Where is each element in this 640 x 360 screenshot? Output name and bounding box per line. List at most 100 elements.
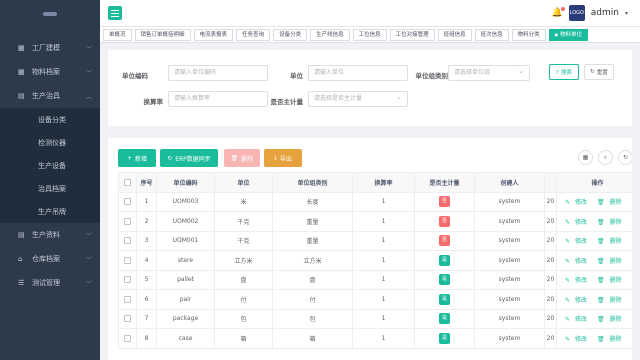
trash-icon: 🗑 <box>597 218 605 226</box>
erp-sync-button[interactable]: ↻ ERP数据同步 <box>160 149 218 167</box>
refresh-icon[interactable]: ↻ <box>618 150 632 165</box>
tab[interactable]: 班组信息 <box>437 28 472 41</box>
row-checkbox-cell[interactable] <box>118 230 137 251</box>
sidebar-item[interactable]: ▤ 生产治具 ︿ <box>0 84 100 108</box>
unit-group-select[interactable]: 请选择单位组 <box>448 64 530 81</box>
row-checkbox[interactable] <box>124 198 131 206</box>
delete-row-button[interactable]: 🗑 删除 <box>597 199 627 206</box>
delete-row-button[interactable]: 🗑 删除 <box>597 297 627 304</box>
edit-icon: ✎ <box>565 335 571 343</box>
export-button-label: 导出 <box>279 155 292 163</box>
delete-row-button[interactable]: 🗑 删除 <box>597 258 627 265</box>
row-checkbox[interactable] <box>124 256 131 264</box>
sidebar-item[interactable]: ☰ 测试管理 ﹀ <box>0 271 100 295</box>
delete-row-button[interactable]: 🗑 删除 <box>597 219 627 226</box>
export-button[interactable]: ⤓ 导出 <box>264 149 302 167</box>
edit-row-button[interactable]: ✎ 修改 <box>565 238 592 245</box>
row-checkbox[interactable] <box>124 217 131 225</box>
unit-group-cell: 重量 <box>272 230 353 251</box>
actions-cell: ✎ 修改 🗑 删除 <box>556 250 632 271</box>
trash-icon: 🗑 <box>597 257 605 265</box>
search-toggle-icon[interactable]: ⌕ <box>598 150 613 165</box>
edit-row-button[interactable]: ✎ 修改 <box>565 219 592 226</box>
table-row: 1 UOM003 米长度 1 否 system 20 ✎ 修改 🗑 删除 <box>118 191 632 212</box>
edit-row-button[interactable]: ✎ 修改 <box>565 258 592 265</box>
tab[interactable]: 工位信息 <box>352 28 387 41</box>
hamburger-menu-icon[interactable] <box>108 6 122 20</box>
edit-row-button[interactable]: ✎ 修改 <box>565 277 592 284</box>
sidebar-item[interactable]: ⌂ 仓库档案 ﹀ <box>0 247 100 271</box>
edit-row-button[interactable]: ✎ 修改 <box>565 199 592 206</box>
sidebar-subitem[interactable]: 生产吊牌 <box>0 200 100 223</box>
sidebar-item[interactable]: ▦ 物料档案 ﹀ <box>0 60 100 84</box>
reset-button[interactable]: ↻ 重置 <box>584 64 614 80</box>
tab[interactable]: 班次信息 <box>474 28 509 41</box>
delete-button[interactable]: 🗑 删除 <box>224 149 260 167</box>
sidebar-item[interactable]: ▦ 工厂建模 ﹀ <box>0 36 100 60</box>
row-checkbox[interactable] <box>124 334 131 342</box>
unit-input[interactable]: 请输入单位 <box>308 65 408 81</box>
edit-row-button[interactable]: ✎ 修改 <box>565 316 592 323</box>
sidebar-subitem[interactable]: 生产设备 <box>0 154 100 177</box>
row-checkbox[interactable] <box>124 295 131 303</box>
delete-row-button[interactable]: 🗑 删除 <box>597 277 627 284</box>
unit-label: 单位 <box>290 72 303 80</box>
search-button[interactable]: ⌕ 搜索 <box>549 64 579 80</box>
avatar[interactable]: LOGO <box>568 5 585 21</box>
add-button[interactable]: + 新增 <box>118 149 156 167</box>
row-checkbox-cell[interactable] <box>118 250 137 271</box>
tab[interactable]: 设备分类 <box>273 28 308 41</box>
row-checkbox-cell[interactable] <box>118 308 137 329</box>
tab[interactable]: 电流表报表 <box>193 28 234 41</box>
unit-code-input[interactable]: 请输入单位编码 <box>168 65 268 81</box>
row-checkbox-cell[interactable] <box>118 328 137 349</box>
tab[interactable]: 物料单位 <box>548 28 589 41</box>
unit-cell: 付 <box>214 289 273 310</box>
ratio-input[interactable]: 请输入换算率 <box>168 91 268 107</box>
row-checkbox[interactable] <box>124 237 131 245</box>
creator-cell: system <box>474 289 545 310</box>
edit-row-button[interactable]: ✎ 修改 <box>565 297 592 304</box>
tab[interactable]: 单概况 <box>103 28 132 41</box>
chevron-down-icon: ﹀ <box>85 232 92 240</box>
is-main-badge: 是 <box>439 332 450 344</box>
row-checkbox-cell[interactable] <box>118 191 137 212</box>
row-checkbox-cell[interactable] <box>118 289 137 310</box>
bell-icon[interactable]: 🔔 <box>552 7 565 18</box>
tab[interactable]: 生产线信息 <box>310 28 350 41</box>
unit-table: 序号 单位编码 单位 单位组类别 换算率 是否主计量 创建人 操作 1 UOM003 米长度 1 否 s… <box>118 172 632 349</box>
trash-icon: 🗑 <box>597 316 605 324</box>
tab[interactable]: 销售订单概括明细 <box>134 28 191 41</box>
sidebar-subitem[interactable]: 设备分类 <box>0 108 100 131</box>
sidebar-subitem[interactable]: 治具档案 <box>0 177 100 200</box>
sidebar-subitem[interactable]: 检测仪器 <box>0 131 100 154</box>
tab[interactable]: 任务查询 <box>236 28 271 41</box>
erp-sync-label: ERP数据同步 <box>175 155 211 163</box>
table-header-cell[interactable] <box>118 172 137 193</box>
grid-icon[interactable]: ▦ <box>578 150 593 165</box>
row-checkbox-cell[interactable] <box>118 211 137 232</box>
sidebar-item[interactable]: ▤ 生产资料 ﹀ <box>0 223 100 247</box>
creator-cell: system <box>474 211 545 232</box>
unit-group-cell: 盘 <box>272 269 353 290</box>
chevron-down-icon[interactable]: ▾ <box>625 10 628 17</box>
unit-group-cell: 重量 <box>272 211 353 232</box>
actions-cell: ✎ 修改 🗑 删除 <box>556 230 632 251</box>
unit-code-cell: case <box>156 328 215 349</box>
delete-row-button[interactable]: 🗑 删除 <box>597 316 627 323</box>
row-checkbox[interactable] <box>124 315 131 323</box>
delete-row-button[interactable]: 🗑 删除 <box>597 336 627 343</box>
select-all-checkbox[interactable] <box>124 178 131 186</box>
is-main-cell: 是 <box>414 250 475 271</box>
edit-row-button[interactable]: ✎ 修改 <box>565 336 592 343</box>
delete-row-button[interactable]: 🗑 删除 <box>597 238 627 245</box>
row-checkbox-cell[interactable] <box>118 269 137 290</box>
actions-cell: ✎ 修改 🗑 删除 <box>556 269 632 290</box>
tab[interactable]: 工位对接管理 <box>389 28 435 41</box>
row-checkbox[interactable] <box>124 276 131 284</box>
is-main-select[interactable]: 请选择是否主计量 <box>308 90 408 107</box>
tab[interactable]: 物料分类 <box>511 28 546 41</box>
edit-label: 修改 <box>575 257 588 265</box>
table-row: 2 UOM002 千克 重量 1 否 system 20 ✎ 修改 🗑 删除 <box>118 211 632 232</box>
username[interactable]: admin <box>591 8 619 18</box>
